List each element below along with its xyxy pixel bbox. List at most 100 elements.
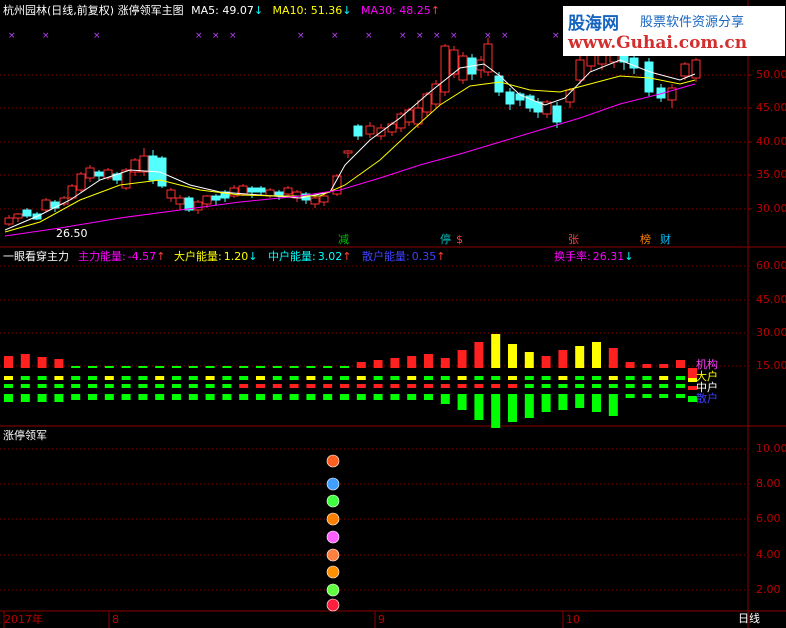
energy-bar-inst	[374, 360, 383, 368]
energy-bar-inst	[508, 344, 517, 368]
energy-y-tick-label: 45.00	[756, 294, 786, 306]
top-cross-marker: ×	[8, 31, 16, 41]
energy-y-tick-label: 60.00	[756, 260, 786, 272]
energy-y-tick-label: 15.00	[756, 360, 786, 372]
energy-bar-mid	[222, 384, 231, 388]
energy-readout-label: 换手率:	[554, 250, 591, 263]
candle-body	[388, 124, 396, 132]
energy-bar-retail	[575, 394, 584, 408]
candle-body	[681, 64, 689, 76]
energy-readout: 散户能量: 0.35↑	[362, 250, 445, 264]
top-cross-marker: ×	[552, 31, 560, 41]
diamond-icon	[327, 495, 339, 507]
energy-readout-label: 大户能量:	[174, 250, 222, 263]
energy-bar-mid	[256, 384, 265, 388]
energy-readout-label: 主力能量:	[78, 250, 126, 263]
watermark-brand: 股海网	[568, 9, 619, 34]
energy-bar-inst	[71, 366, 80, 368]
fruit-icon	[327, 549, 339, 561]
top-cross-marker: ×	[331, 31, 339, 41]
candle-body	[95, 172, 103, 176]
energy-bar-inst	[306, 366, 315, 368]
energy-bar-inst	[491, 334, 500, 368]
energy-readout: 主力能量: -4.57↑	[78, 250, 165, 264]
energy-bar-inst	[441, 358, 450, 368]
butterfly-icon	[327, 478, 339, 490]
apple-icon	[327, 584, 339, 596]
energy-bar-big	[189, 376, 198, 380]
candle-body	[14, 214, 22, 218]
energy-readout-value: 1.20	[224, 250, 249, 263]
energy-bar-big	[474, 376, 483, 380]
energy-bar-retail	[138, 394, 147, 400]
energy-bar-inst	[206, 366, 215, 368]
time-label: 2017年	[4, 614, 43, 626]
energy-bar-big	[172, 376, 181, 380]
energy-bar-mid	[38, 384, 47, 388]
energy-bar-mid	[609, 384, 618, 388]
energy-bar-inst	[189, 366, 198, 368]
energy-bar-mid	[71, 384, 80, 388]
main-y-tick-label: 35.00	[756, 169, 786, 181]
energy-bar-mid	[189, 384, 198, 388]
top-cross-marker: ×	[416, 31, 424, 41]
energy-bar-retail	[424, 394, 433, 400]
energy-bar-retail	[21, 394, 30, 402]
energy-bar-big	[88, 376, 97, 380]
energy-bar-retail	[189, 394, 198, 400]
main-y-tick-label: 40.00	[756, 136, 786, 148]
period-button[interactable]: 日线	[738, 612, 760, 626]
energy-bar-inst	[474, 342, 483, 368]
energy-bar-inst	[424, 354, 433, 368]
energy-bar-inst	[340, 366, 349, 368]
energy-bar-mid	[239, 384, 248, 388]
top-cross-marker: ×	[212, 31, 220, 41]
candle-body	[495, 76, 503, 92]
signal-badge: 停	[440, 233, 451, 247]
energy-bar-retail	[441, 394, 450, 404]
energy-bar-retail	[155, 394, 164, 400]
time-label: 8	[112, 614, 119, 626]
energy-bar-inst	[390, 358, 399, 368]
energy-bar-big	[407, 376, 416, 380]
signal-badge: 减	[338, 233, 349, 247]
diamond-icon	[327, 531, 339, 543]
energy-readout-arrow: ↑	[156, 250, 165, 263]
candle-body	[203, 196, 211, 204]
signal-y-tick-label: 2.00	[756, 584, 781, 596]
energy-bar-mid	[491, 384, 500, 388]
energy-bar-inst	[558, 350, 567, 368]
stock-chart-window: ×××××××××××××××× 杭州园林(日线,前复权) 涨停领军主图 MA5…	[0, 0, 786, 628]
chart-canvas[interactable]: ××××××××××××××××	[0, 0, 786, 628]
energy-bar-inst	[4, 356, 13, 368]
energy-bar-retail	[659, 394, 668, 398]
energy-bar-retail	[71, 394, 80, 400]
candle-body	[553, 106, 561, 122]
energy-bar-big	[626, 376, 635, 380]
candle-body	[692, 60, 700, 78]
signal-panel-title: 涨停领军	[3, 429, 47, 443]
energy-bar-inst	[239, 366, 248, 368]
energy-bar-inst	[138, 366, 147, 368]
energy-bar-big	[642, 376, 651, 380]
energy-bar-mid	[88, 384, 97, 388]
candle-body	[506, 92, 514, 104]
energy-bar-mid	[105, 384, 114, 388]
energy-bar-big	[525, 376, 534, 380]
energy-bar-big	[122, 376, 131, 380]
energy-bar-big	[222, 376, 231, 380]
energy-bar-mid	[273, 384, 282, 388]
energy-bar-retail	[407, 394, 416, 400]
energy-bar-mid	[525, 384, 534, 388]
time-label: 9	[378, 614, 385, 626]
energy-y-tick-label: 30.00	[756, 327, 786, 339]
candle-body	[42, 200, 50, 210]
energy-bar-retail	[306, 394, 315, 400]
watermark-logo: 股海网 股票软件资源分享 www.Guhai.com.cn	[563, 6, 785, 56]
energy-bar-inst	[525, 352, 534, 368]
candle-body	[86, 168, 94, 178]
butterfly-icon	[327, 455, 339, 467]
energy-bar-big	[458, 376, 467, 380]
energy-bar-retail	[239, 394, 248, 400]
energy-bar-retail	[474, 394, 483, 420]
